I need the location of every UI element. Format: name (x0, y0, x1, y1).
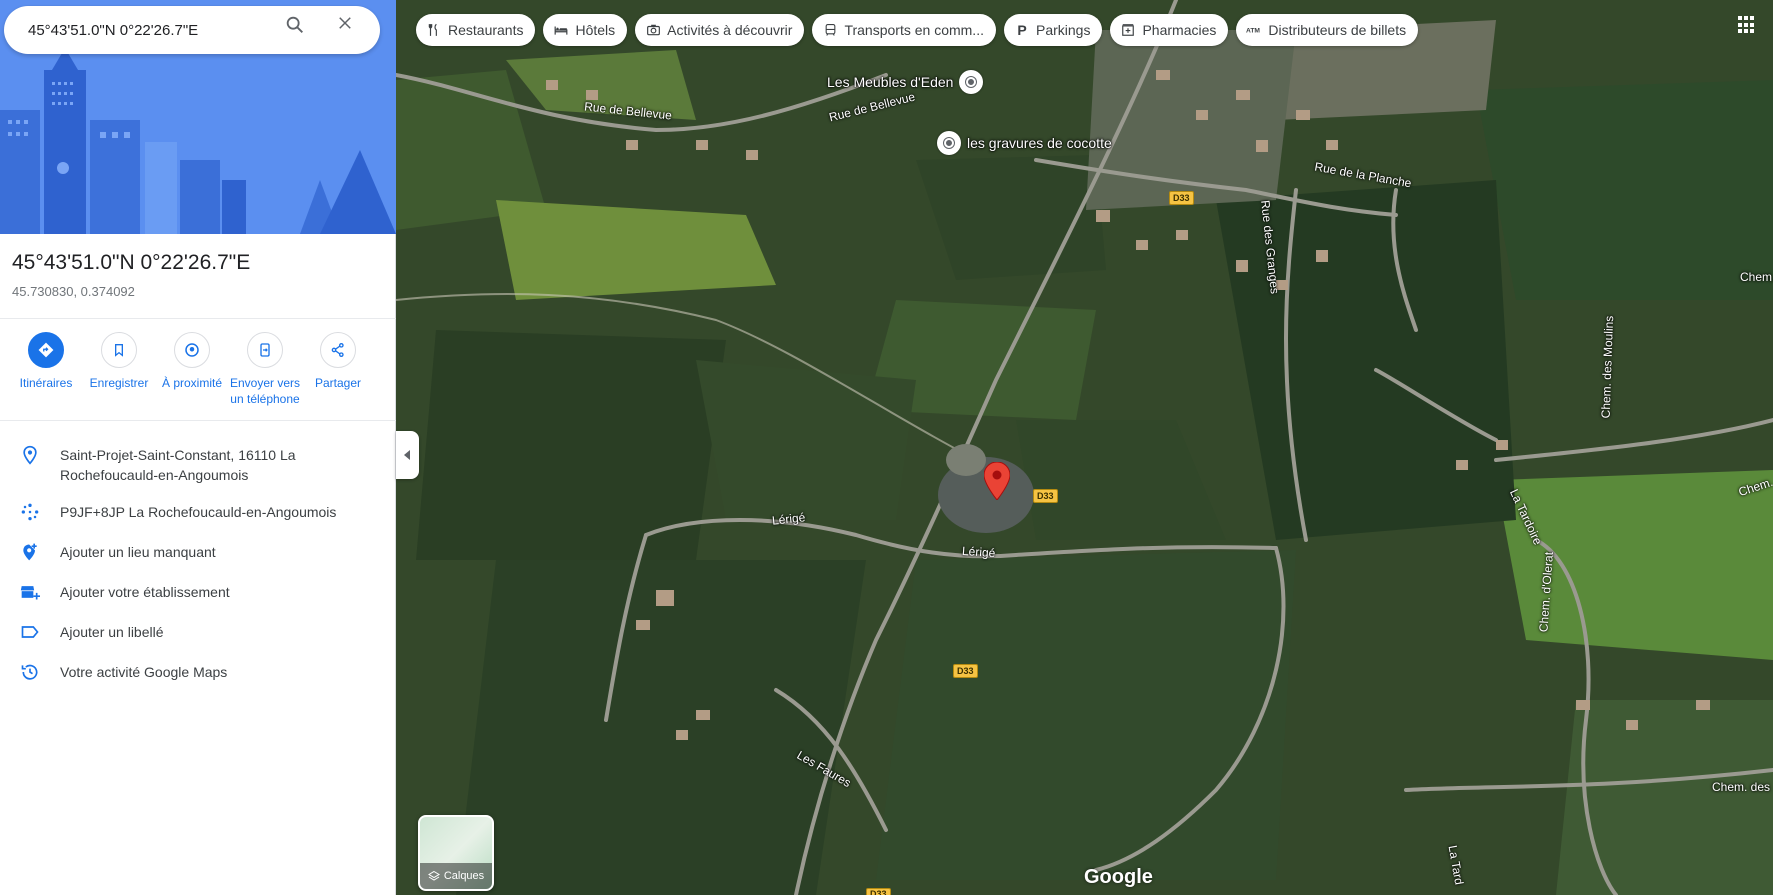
transit-icon (825, 24, 836, 36)
side-panel: 45°43'51.0"N 0°22'26.7"E 45.730830, 0.37… (0, 0, 396, 895)
apps-icon (1738, 16, 1742, 20)
restaurant-icon (428, 23, 437, 36)
share-button[interactable]: Partager (298, 332, 378, 391)
search-input[interactable] (28, 21, 268, 39)
road-label: Chem. des (1712, 780, 1771, 794)
divider (0, 318, 396, 319)
location-pin-icon (23, 445, 37, 465)
directions-button[interactable]: Itinéraires (6, 332, 86, 391)
apps-grid-button[interactable] (1736, 14, 1758, 36)
send-to-phone-button[interactable]: Envoyer vers un téléphone (225, 332, 305, 407)
search-box[interactable] (4, 6, 380, 54)
chevron-left-icon (403, 450, 410, 460)
layers-button[interactable]: Calques (418, 815, 494, 891)
place-coordinates: 45.730830, 0.374092 (12, 284, 135, 299)
road-label: Chem. (1740, 270, 1773, 284)
add-business-row[interactable]: Ajouter votre établissement (0, 582, 396, 602)
chip-activities[interactable]: Activités à découvrir (635, 14, 805, 46)
road-label: Lérigé (961, 543, 996, 561)
chip-label: Transports en comm... (844, 22, 984, 38)
chip-label: Distributeurs de billets (1268, 22, 1407, 38)
share-label: Partager (314, 376, 362, 390)
road-shield: D33 (866, 888, 891, 895)
add-place-text: Ajouter un lieu manquant (60, 544, 216, 560)
add-business-icon (20, 586, 40, 600)
save-label: Enregistrer (89, 376, 149, 390)
hotel-icon (555, 26, 568, 35)
plus-code-row[interactable]: P9JF+8JP La Rochefoucauld-en-Angoumois (0, 502, 396, 522)
chip-parkings[interactable]: P Parkings (1003, 14, 1103, 46)
poi-meubles-eden[interactable]: Les Meubles d'Eden (827, 70, 984, 94)
share-icon (331, 343, 344, 357)
action-bar: Itinéraires Enregistrer À proximité Envo… (0, 332, 396, 412)
layers-label: Calques (443, 870, 485, 882)
chip-restaurants[interactable]: Restaurants (416, 14, 536, 46)
road-shield: D33 (1033, 489, 1058, 503)
close-button[interactable] (336, 14, 368, 46)
label-icon (21, 626, 39, 638)
add-place-row[interactable]: Ajouter un lieu manquant (0, 542, 396, 562)
chip-hotels[interactable]: Hôtels (543, 14, 628, 46)
road-shield: D33 (1169, 191, 1194, 205)
category-chips: Restaurants Hôtels Activités à découvrir… (416, 14, 1419, 48)
nearby-label: À proximité (161, 376, 223, 390)
pharmacy-icon (1122, 24, 1135, 36)
chip-label: Activités à découvrir (667, 22, 793, 38)
address-row[interactable]: Saint-Projet-Saint-Constant, 16110 La Ro… (0, 445, 396, 485)
bookmark-icon (115, 344, 123, 357)
atm-icon: ATM (1246, 28, 1260, 35)
poi-label: les gravures de cocotte (967, 135, 1112, 151)
svg-text:ATM: ATM (1246, 28, 1260, 35)
camera-icon (646, 24, 660, 36)
chip-label: Restaurants (448, 22, 524, 38)
send-to-phone-icon (260, 343, 270, 357)
directions-icon (38, 342, 54, 358)
nearby-button[interactable]: À proximité (152, 332, 232, 391)
chip-transit[interactable]: Transports en comm... (812, 14, 996, 46)
google-logo: Google (1084, 866, 1153, 888)
road-shield: D33 (953, 664, 978, 678)
poi-marker-icon (959, 70, 984, 94)
add-label-row[interactable]: Ajouter un libellé (0, 622, 396, 642)
directions-label: Itinéraires (19, 376, 73, 390)
poi-gravures-cocotte[interactable]: les gravures de cocotte (937, 131, 1112, 155)
location-pin-icon[interactable] (984, 462, 1010, 500)
chip-atm[interactable]: ATM Distributeurs de billets (1236, 14, 1419, 46)
add-location-icon (23, 543, 37, 561)
address-text: Saint-Projet-Saint-Constant, 16110 La Ro… (60, 447, 296, 483)
search-icon (286, 16, 303, 33)
chip-pharmacies[interactable]: Pharmacies (1110, 14, 1229, 46)
activity-text: Votre activité Google Maps (60, 664, 228, 680)
close-icon (339, 17, 351, 29)
chip-label: Pharmacies (1142, 22, 1217, 38)
chip-label: Hôtels (575, 22, 616, 38)
divider (0, 420, 396, 421)
chip-label: Parkings (1035, 22, 1091, 38)
save-button[interactable]: Enregistrer (79, 332, 159, 391)
add-business-text: Ajouter votre établissement (60, 584, 230, 600)
nearby-icon (185, 343, 199, 357)
plus-code-text: P9JF+8JP La Rochefoucauld-en-Angoumois (60, 504, 337, 520)
layers-icon (427, 870, 440, 881)
place-title: 45°43'51.0"N 0°22'26.7"E (12, 251, 251, 274)
poi-marker-icon (937, 131, 961, 155)
search-button[interactable] (284, 14, 316, 46)
map-canvas[interactable]: Rue de Bellevue Rue de Bellevue Rue de l… (396, 0, 1773, 895)
send-to-phone-label: Envoyer vers un téléphone (229, 376, 301, 406)
plus-code-icon (21, 503, 39, 521)
collapse-panel-button[interactable] (396, 431, 419, 479)
parking-icon: P (1017, 22, 1027, 38)
hero-illustration (0, 0, 396, 234)
history-icon (21, 664, 38, 680)
poi-label: Les Meubles d'Eden (827, 74, 954, 90)
activity-row[interactable]: Votre activité Google Maps (0, 662, 396, 682)
add-label-text: Ajouter un libellé (60, 624, 164, 640)
